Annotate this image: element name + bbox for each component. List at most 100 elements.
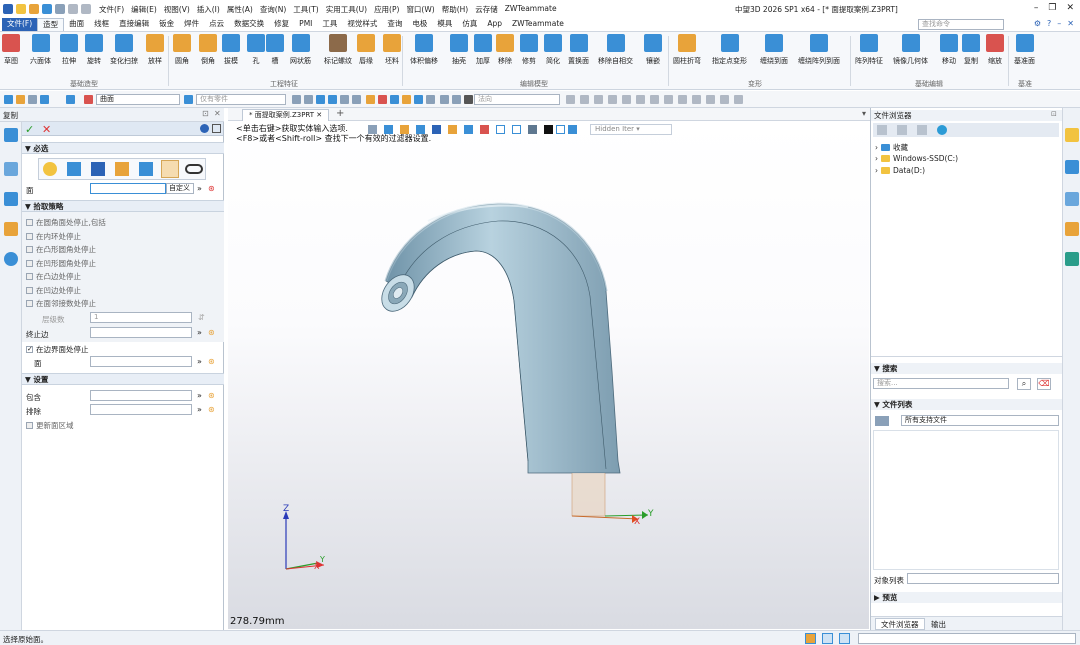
bulb-face-icon[interactable] xyxy=(43,162,57,176)
menu-item[interactable]: 编辑(E) xyxy=(131,4,157,15)
print-icon[interactable] xyxy=(55,4,65,14)
ribbon-tab[interactable]: 视觉样式 xyxy=(342,18,382,31)
ribbon-button-emboss[interactable]: 镶嵌 xyxy=(644,34,662,66)
line-icon[interactable] xyxy=(28,95,37,104)
ribbon-tab[interactable]: 文件(F) xyxy=(2,18,38,31)
status-icon-1[interactable] xyxy=(805,633,816,644)
pick-tool-icon-2[interactable] xyxy=(304,95,313,104)
include-pick-icon[interactable]: ⊛ xyxy=(208,391,215,400)
pick-tool-icon-9[interactable] xyxy=(390,95,399,104)
ribbon-tab[interactable]: ZWTeammate xyxy=(507,18,569,31)
glasses-icon[interactable] xyxy=(185,164,203,174)
ribbon-button-draft[interactable]: 拔模 xyxy=(222,34,240,66)
ribbon-tab[interactable]: 钣金 xyxy=(154,18,179,31)
snap-icon-8[interactable] xyxy=(664,95,673,104)
undo-icon[interactable] xyxy=(68,4,78,14)
layer-manager-icon[interactable] xyxy=(4,222,18,236)
snap-icon-6[interactable] xyxy=(636,95,645,104)
file-browser-pin-icon[interactable]: ⊡ xyxy=(1051,110,1057,118)
faucet-model[interactable] xyxy=(228,121,869,629)
ribbon-button-chamfer[interactable]: 倒角 xyxy=(199,34,217,66)
pick-tool-icon-6[interactable] xyxy=(352,95,361,104)
chevron-right-icon[interactable]: › xyxy=(875,154,878,163)
ribbon-button-hole[interactable]: 孔 xyxy=(247,34,265,66)
circle-select-icon[interactable] xyxy=(66,95,75,104)
ribbon-tab[interactable]: 曲面 xyxy=(64,18,89,31)
view-manager-icon[interactable] xyxy=(4,192,18,206)
snap-icon-13[interactable] xyxy=(734,95,743,104)
ribbon-tab[interactable]: App xyxy=(482,18,507,31)
ribbon-button-thread[interactable]: 标记螺纹 xyxy=(324,34,352,66)
ribbon-button-box[interactable]: 六面体 xyxy=(30,34,51,66)
ribbon-button-sketch[interactable]: 草图 xyxy=(2,34,20,66)
ribbon-button-slot[interactable]: 槽 xyxy=(266,34,284,66)
ribbon-button-point-deform[interactable]: 指定点变形 xyxy=(712,34,747,66)
refresh-icon[interactable] xyxy=(937,125,947,135)
snap-icon-1[interactable] xyxy=(566,95,575,104)
ribbon-tab[interactable]: 线框 xyxy=(89,18,114,31)
face-pick-icon[interactable]: ⊛ xyxy=(208,184,215,193)
stop-edge-pick-icon[interactable]: ⊛ xyxy=(208,328,215,337)
info-icon[interactable] xyxy=(200,124,209,133)
part-icon[interactable] xyxy=(184,95,193,104)
section-pick-strategy[interactable]: ▼ 拾取策略 xyxy=(22,200,224,212)
menu-item[interactable]: 视图(V) xyxy=(164,4,190,15)
window-minimize-icon[interactable]: – xyxy=(1057,19,1061,28)
update-region-checkbox[interactable]: 更新面区域 xyxy=(26,420,74,431)
pick-option-checkbox[interactable]: 在内环处停止 xyxy=(26,231,81,242)
ribbon-button-scale[interactable]: 缩放 xyxy=(986,34,1004,66)
single-face-icon[interactable] xyxy=(67,162,81,176)
pick-tool-icon-12[interactable] xyxy=(426,95,435,104)
ribbon-button-mirror[interactable]: 镜像几何体 xyxy=(893,34,928,66)
up-icon[interactable] xyxy=(917,125,927,135)
tab-list-icon[interactable]: ▾ xyxy=(862,109,866,118)
include-expand-icon[interactable]: » xyxy=(197,391,202,400)
document-tab-close-icon[interactable]: ✕ xyxy=(316,111,322,119)
ribbon-tab[interactable]: 模具 xyxy=(432,18,457,31)
direction-select[interactable]: 法向 xyxy=(474,94,560,105)
open-icon[interactable] xyxy=(29,4,39,14)
ribbon-button-trim[interactable]: 修剪 xyxy=(520,34,538,66)
snap-icon-3[interactable] xyxy=(594,95,603,104)
doc-help-icon[interactable] xyxy=(212,124,221,133)
assembly-manager-icon[interactable] xyxy=(4,162,18,176)
library-panel-icon[interactable] xyxy=(1065,222,1079,236)
back-icon[interactable] xyxy=(877,125,887,135)
menu-item[interactable]: 应用(P) xyxy=(374,4,399,15)
section-required[interactable]: ▼ 必选 xyxy=(22,142,224,154)
close-icon[interactable]: ✕ xyxy=(1066,3,1074,13)
layers-spin-icon[interactable]: ⇵ xyxy=(198,313,205,322)
redo-icon[interactable] xyxy=(81,4,91,14)
window-close-icon[interactable]: ✕ xyxy=(1067,19,1074,28)
exclude-pick-icon[interactable]: ⊛ xyxy=(208,405,215,414)
ribbon-button-sweep[interactable]: 变化扫掠 xyxy=(110,34,138,66)
boundary-pick-icon[interactable]: ⊛ xyxy=(208,357,215,366)
ribbon-button-thicken[interactable]: 加厚 xyxy=(474,34,492,66)
panel-close-icon[interactable]: ✕ xyxy=(214,109,221,118)
exclude-expand-icon[interactable]: » xyxy=(197,405,202,414)
ribbon-tab[interactable]: 仿真 xyxy=(457,18,482,31)
new-tab-icon[interactable]: + xyxy=(336,108,344,119)
ribbon-tab[interactable]: 工具 xyxy=(317,18,342,31)
snap-icon-7[interactable] xyxy=(650,95,659,104)
user-icon[interactable] xyxy=(4,252,18,266)
ribbon-button-remove[interactable]: 移除 xyxy=(496,34,514,66)
tab-file-browser[interactable]: 文件浏览器 xyxy=(875,618,925,630)
stop-edge-input[interactable] xyxy=(90,327,192,338)
ribbon-button-pattern[interactable]: 阵列特征 xyxy=(855,34,883,66)
pick-option-checkbox[interactable]: 在面邻接数处停止 xyxy=(26,298,96,309)
ribbon-button-wrap-pattern[interactable]: 缠绕阵列到面 xyxy=(798,34,840,66)
menu-item[interactable]: 工具(T) xyxy=(293,4,318,15)
pick-option-checkbox[interactable]: 在凹形圆角处停止 xyxy=(26,258,96,269)
status-icon-2[interactable] xyxy=(822,633,833,644)
snap-icon-11[interactable] xyxy=(706,95,715,104)
tree-item[interactable]: › 收藏 xyxy=(875,142,908,153)
layers-input[interactable]: 1 xyxy=(90,312,192,323)
snap-icon-10[interactable] xyxy=(692,95,701,104)
status-icon-3[interactable] xyxy=(839,633,850,644)
pick-tool-icon-10[interactable] xyxy=(402,95,411,104)
preview-section[interactable]: ▶ 预览 xyxy=(871,592,1063,603)
ribbon-button-replace-face[interactable]: 置换面 xyxy=(568,34,589,66)
filter-select[interactable]: 曲面 xyxy=(96,94,180,105)
tree-item[interactable]: › Data(D:) xyxy=(875,166,925,175)
